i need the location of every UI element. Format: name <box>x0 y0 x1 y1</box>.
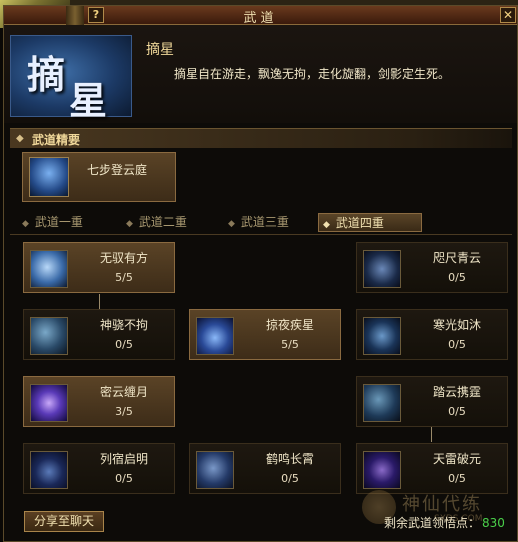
stars-icon <box>196 317 234 355</box>
emblem-char-2: 星 <box>69 78 108 123</box>
skill-name: 掠夜疾星 <box>265 318 314 332</box>
tab-label: 武道一重 <box>34 215 83 229</box>
tab-bullet: ◆ <box>22 219 29 229</box>
skill-card-6[interactable]: 密云缠月 3/5 <box>23 376 175 427</box>
tab-tier-4[interactable]: ◆ 武道四重 <box>318 213 422 232</box>
skill-name: 密云缠月 <box>99 385 148 399</box>
skill-card-8[interactable]: 列宿启明 0/5 <box>23 443 175 494</box>
tabs-divider <box>10 234 512 235</box>
title-bar[interactable]: ? 武道 ✕ <box>4 6 517 26</box>
skill-card-4[interactable]: 掠夜疾星 5/5 <box>189 309 341 360</box>
vortex-icon <box>30 384 68 422</box>
wudao-window: ? 武道 ✕ 摘 星 摘星 摘星自在游走，飘逸无拘，走化旋翻，剑影定生死。 ◆ … <box>3 5 518 542</box>
skill-name: 咫尺青云 <box>432 251 481 265</box>
core-skill-card[interactable]: 七步登云庭 <box>22 152 176 202</box>
tab-label: 武道三重 <box>240 215 289 229</box>
share-to-chat-button[interactable]: 分享至聊天 <box>24 511 104 532</box>
skill-name: 寒光如沐 <box>432 318 481 332</box>
tab-label: 武道四重 <box>335 216 384 230</box>
skill-card-9[interactable]: 鹤鸣长霄 0/5 <box>189 443 341 494</box>
splash-icon <box>363 317 401 355</box>
skill-name: 神骁不拘 <box>99 318 148 332</box>
style-header: 摘 星 摘星 摘星自在游走，飘逸无拘，走化旋翻，剑影定生死。 <box>4 25 517 123</box>
skill-card-10[interactable]: 天雷破元 0/5 <box>356 443 508 494</box>
core-skill-name: 七步登云庭 <box>87 163 148 177</box>
tab-tier-1[interactable]: ◆ 武道一重 <box>18 213 118 232</box>
blade-wind-icon <box>196 451 234 489</box>
skill-level: 0/5 <box>448 472 466 485</box>
skill-level: 5/5 <box>115 271 133 284</box>
tier-tabs: ◆ 武道一重 ◆ 武道二重 ◆ 武道三重 ◆ 武道四重 <box>18 213 512 233</box>
lightning-figure-icon <box>29 157 69 197</box>
skill-level: 0/5 <box>448 271 466 284</box>
skill-level: 0/5 <box>115 472 133 485</box>
section-header: ◆ 武道精要 <box>10 128 512 148</box>
close-button[interactable]: ✕ <box>500 7 516 23</box>
blade-wind-icon <box>30 250 68 288</box>
section-bullet: ◆ <box>16 133 24 144</box>
skill-grid: 无驭有方 5/5 咫尺青云 0/5 神骁不拘 0/5 掠夜疾星 5/5 寒光如沐… <box>4 239 517 509</box>
style-name: 摘星 <box>146 42 174 58</box>
section-title: 武道精要 <box>32 133 81 147</box>
blade-green-icon <box>363 384 401 422</box>
skill-card-2[interactable]: 咫尺青云 0/5 <box>356 242 508 293</box>
blade-green-icon <box>30 317 68 355</box>
tab-bullet: ◆ <box>126 219 133 229</box>
skill-name: 踏云携霆 <box>432 385 481 399</box>
skill-level: 0/5 <box>115 338 133 351</box>
points-value: 830 <box>482 516 505 530</box>
stars-icon <box>30 451 68 489</box>
skill-name: 鹤鸣长霄 <box>265 452 314 466</box>
skill-level: 5/5 <box>281 338 299 351</box>
emblem-char-1: 摘 <box>27 52 66 97</box>
skill-card-5[interactable]: 寒光如沐 0/5 <box>356 309 508 360</box>
skill-name: 无驭有方 <box>99 251 148 265</box>
tab-bullet: ◆ <box>228 219 235 229</box>
meditate-icon <box>363 250 401 288</box>
skill-card-1[interactable]: 无驭有方 5/5 <box>23 242 175 293</box>
watermark-text: 神仙代练 <box>402 494 482 515</box>
style-emblem: 摘 星 <box>10 35 132 123</box>
skill-level: 0/5 <box>448 405 466 418</box>
window-title: 武道 <box>243 11 278 26</box>
tab-tier-3[interactable]: ◆ 武道三重 <box>224 213 324 232</box>
skill-level: 3/5 <box>115 405 133 418</box>
skill-name: 天雷破元 <box>432 452 481 466</box>
skill-connector <box>431 427 432 442</box>
tab-label: 武道二重 <box>138 215 187 229</box>
style-description: 摘星自在游走，飘逸无拘，走化旋翻，剑影定生死。 <box>174 67 451 81</box>
tab-bullet: ◆ <box>323 220 330 230</box>
skill-level: 0/5 <box>448 338 466 351</box>
skill-card-3[interactable]: 神骁不拘 0/5 <box>23 309 175 360</box>
skill-name: 列宿启明 <box>99 452 148 466</box>
vortex-icon <box>363 451 401 489</box>
tab-tier-2[interactable]: ◆ 武道二重 <box>122 213 222 232</box>
skill-level: 0/5 <box>281 472 299 485</box>
skill-connector <box>99 294 100 309</box>
points-label: 剩余武道领悟点： <box>384 516 481 530</box>
remaining-points: 剩余武道领悟点： 830 <box>384 514 505 531</box>
skill-card-7[interactable]: 踏云携霆 0/5 <box>356 376 508 427</box>
